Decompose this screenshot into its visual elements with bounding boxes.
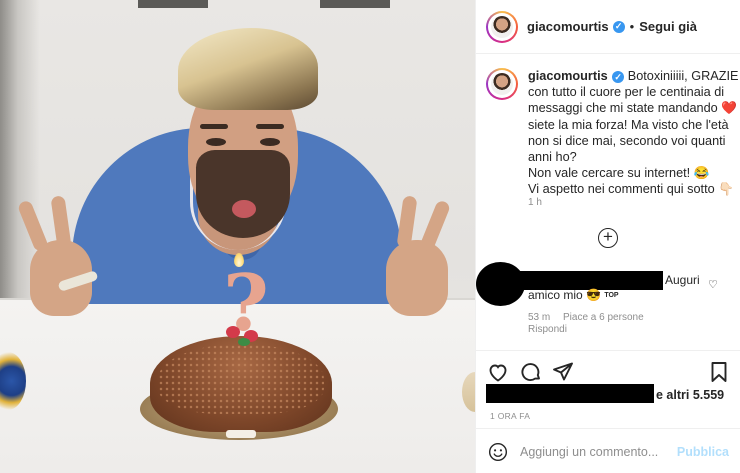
caption-line-text: Botoxiniiiii, GRAZIE	[627, 69, 739, 83]
caption-line: non si dice mai, secondo voi quanti	[528, 133, 726, 148]
commenter-avatar-redacted[interactable]	[476, 262, 525, 306]
comment-text-continued: amico mio 😎 TOP	[528, 288, 619, 302]
post-photo[interactable]: ?	[0, 0, 475, 473]
likes-count[interactable]: e altri 5.559	[656, 388, 724, 402]
hair	[178, 28, 318, 110]
author-username[interactable]: giacomourtis	[527, 19, 609, 34]
reply-button[interactable]: Rispondi	[528, 324, 567, 335]
caption-text: giacomourtis ✓ Botoxiniiiii, GRAZIE con …	[528, 68, 739, 198]
ceiling-lamp	[320, 0, 390, 8]
comment-text-line: amico mio 😎	[528, 288, 601, 302]
comment-text: Auguri	[665, 273, 700, 287]
avatar[interactable]	[486, 10, 518, 43]
avatar-image	[491, 15, 513, 38]
left-eye	[206, 138, 226, 146]
like-heart-icon[interactable]	[486, 360, 510, 384]
beard	[196, 150, 290, 238]
load-more-comments-plus-icon[interactable]: +	[598, 228, 618, 248]
avatar-image	[491, 73, 513, 95]
avatar-ring	[488, 70, 516, 98]
caption-line: anni ho?	[528, 150, 577, 165]
comment-time: 53 m	[528, 312, 551, 323]
cake-crumbs	[158, 344, 324, 414]
caption-line: messaggi che mi state mandando ❤️	[528, 101, 738, 116]
save-bookmark-icon[interactable]	[707, 360, 731, 384]
emoji-smile-icon[interactable]	[488, 442, 508, 462]
post-sidebar: giacomourtis ✓ • Segui già giacomourtis …	[475, 0, 740, 473]
top-emoji-icon: TOP	[604, 292, 619, 300]
following-button[interactable]: Segui già	[639, 19, 697, 34]
avatar-ring	[488, 12, 516, 41]
left-eyebrow	[200, 124, 228, 129]
mouth	[232, 200, 256, 218]
comment-likes[interactable]: Piace a 6 persone	[563, 312, 644, 323]
comment-like-heart-icon[interactable]: ♡	[708, 278, 718, 291]
post-timestamp: 1 ORA FA	[490, 411, 531, 421]
action-bar	[476, 350, 740, 388]
ceiling-lamp	[138, 0, 208, 8]
caption-line: con tutto il cuore per le centinaia di	[528, 85, 725, 100]
add-comment-bar: Pubblica	[476, 428, 740, 473]
caption-line: Vi aspetto nei commenti qui sotto 👇🏻	[528, 182, 734, 197]
comment-bubble-icon[interactable]	[519, 360, 543, 384]
caption-line: giacomourtis ✓ Botoxiniiiii, GRAZIE	[528, 68, 739, 84]
cake-card	[226, 430, 256, 438]
caption-line: Non vale cercare su internet! 😂	[528, 166, 710, 181]
share-paper-plane-icon[interactable]	[551, 360, 575, 384]
right-hand	[386, 240, 448, 316]
post-header: giacomourtis ✓ • Segui già	[476, 0, 740, 54]
right-eye	[260, 138, 280, 146]
caption-timestamp: 1 h	[528, 197, 542, 208]
verified-check-icon: ✓	[612, 20, 625, 33]
separator-dot: •	[629, 19, 635, 34]
strawberry	[226, 326, 240, 338]
comment-input[interactable]	[520, 443, 670, 461]
caption: giacomourtis ✓ Botoxiniiiii, GRAZIE con …	[486, 68, 739, 198]
publish-button[interactable]: Pubblica	[677, 445, 729, 459]
avatar[interactable]	[486, 68, 518, 100]
mint-leaf	[238, 338, 250, 346]
likers-redacted	[486, 384, 654, 403]
caption-author[interactable]: giacomourtis	[528, 69, 608, 83]
caption-line: siete la mia forza! Ma visto che l'età	[528, 117, 729, 132]
right-eyebrow	[256, 124, 284, 129]
comment-meta: 53 m Piace a 6 persone	[528, 312, 654, 323]
verified-check-icon: ✓	[612, 71, 625, 84]
